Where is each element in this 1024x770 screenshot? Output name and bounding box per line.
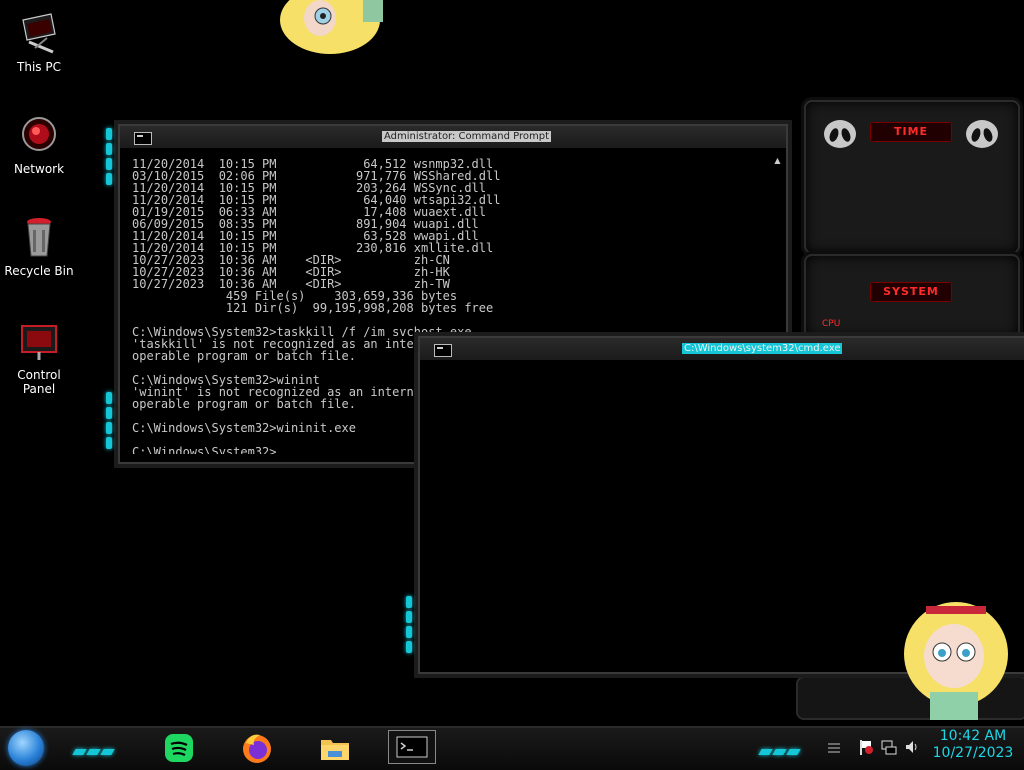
firefox-icon <box>243 734 271 763</box>
taskbar-command-prompt[interactable] <box>388 730 436 764</box>
window-frame-leds <box>106 128 112 188</box>
taskbar-spotify[interactable] <box>162 731 196 765</box>
taskbar-firefox[interactable] <box>240 731 274 765</box>
taskbar-clock[interactable]: 10:42 AM 10/27/2023 <box>926 728 1020 762</box>
desktop-icon-label: Network <box>13 162 65 176</box>
system-header: SYSTEM <box>870 282 952 302</box>
alien-head-icon <box>824 120 856 148</box>
window-title: C:\Windows\system32\cmd.exe <box>682 343 843 354</box>
start-button[interactable] <box>8 730 44 766</box>
alien-system-gadget: TIME SYSTEM CPU <box>796 94 1024 338</box>
control-panel-icon <box>19 320 59 364</box>
console-icon <box>134 132 152 145</box>
desktop-icon-label: Control Panel <box>17 368 61 396</box>
window-frame-leds <box>406 596 412 656</box>
console-icon <box>434 344 452 357</box>
cartoon-character-top-image <box>275 0 395 60</box>
window-titlebar[interactable]: C:\Windows\system32\cmd.exe <box>420 338 1024 360</box>
taskbar-file-explorer[interactable] <box>318 731 352 765</box>
console-line: 121 Dir(s) 99,195,998,208 bytes free <box>132 301 494 315</box>
time-header: TIME <box>870 122 952 142</box>
scroll-up-arrow-icon[interactable]: ▲ <box>773 156 782 165</box>
tray-overflow-icon[interactable] <box>826 738 842 756</box>
desktop-icon-recycle-bin[interactable]: Recycle Bin <box>0 216 78 278</box>
computer-icon <box>19 12 59 56</box>
alien-head-icon <box>966 120 998 148</box>
cpu-label: CPU <box>822 319 841 329</box>
spotify-icon <box>165 734 193 762</box>
clock-date: 10/27/2023 <box>932 745 1014 761</box>
window-frame-leds <box>106 392 112 452</box>
volume-icon[interactable] <box>904 738 920 756</box>
network-status-icon[interactable] <box>881 738 897 756</box>
taskbar-leds <box>72 740 116 759</box>
desktop-icon-this-pc[interactable]: This PC <box>0 12 78 74</box>
network-globe-icon <box>19 114 59 158</box>
clock-time: 10:42 AM <box>939 728 1007 744</box>
command-prompt-icon <box>396 736 428 758</box>
taskbar-leds <box>758 740 802 759</box>
window-title: Administrator: Command Prompt <box>382 131 551 142</box>
desktop-icon-network[interactable]: Network <box>0 114 78 176</box>
recycle-bin-icon <box>19 216 59 260</box>
action-center-flag-icon[interactable] <box>858 738 874 756</box>
cartoon-character-bottom-image <box>900 598 1012 726</box>
desktop-icon-label: This PC <box>17 60 61 74</box>
desktop-icon-control-panel[interactable]: Control Panel <box>0 320 78 396</box>
folder-icon <box>321 740 349 760</box>
window-titlebar[interactable]: Administrator: Command Prompt <box>120 126 786 148</box>
desktop-icon-label: Recycle Bin <box>4 264 74 278</box>
